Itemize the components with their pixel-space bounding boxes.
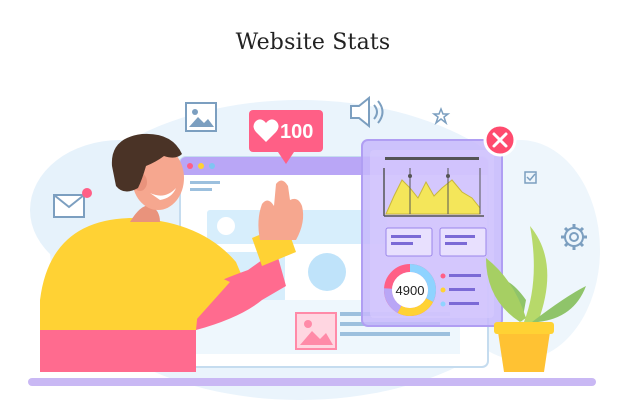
stats-panel: 4900 [361,139,503,327]
like-count: 100 [280,121,313,143]
close-button[interactable] [483,123,517,157]
header-text-line [190,188,212,191]
donut-value: 4900 [396,283,425,298]
floor-line [28,378,596,386]
banner-circle [217,217,235,235]
window-dot-red [187,163,193,169]
content-circle [308,253,346,291]
donut-chart: 4900 [384,264,436,316]
window-dot-yellow [198,163,204,169]
footer-line [340,332,450,336]
star-icon [431,106,451,126]
header-text-line [190,181,220,184]
footer-image-icon [295,312,337,350]
panel-top-line [385,157,479,160]
illustration: 4900 100 [28,95,600,400]
image-icon [185,102,217,132]
window-dot-blue [209,163,215,169]
